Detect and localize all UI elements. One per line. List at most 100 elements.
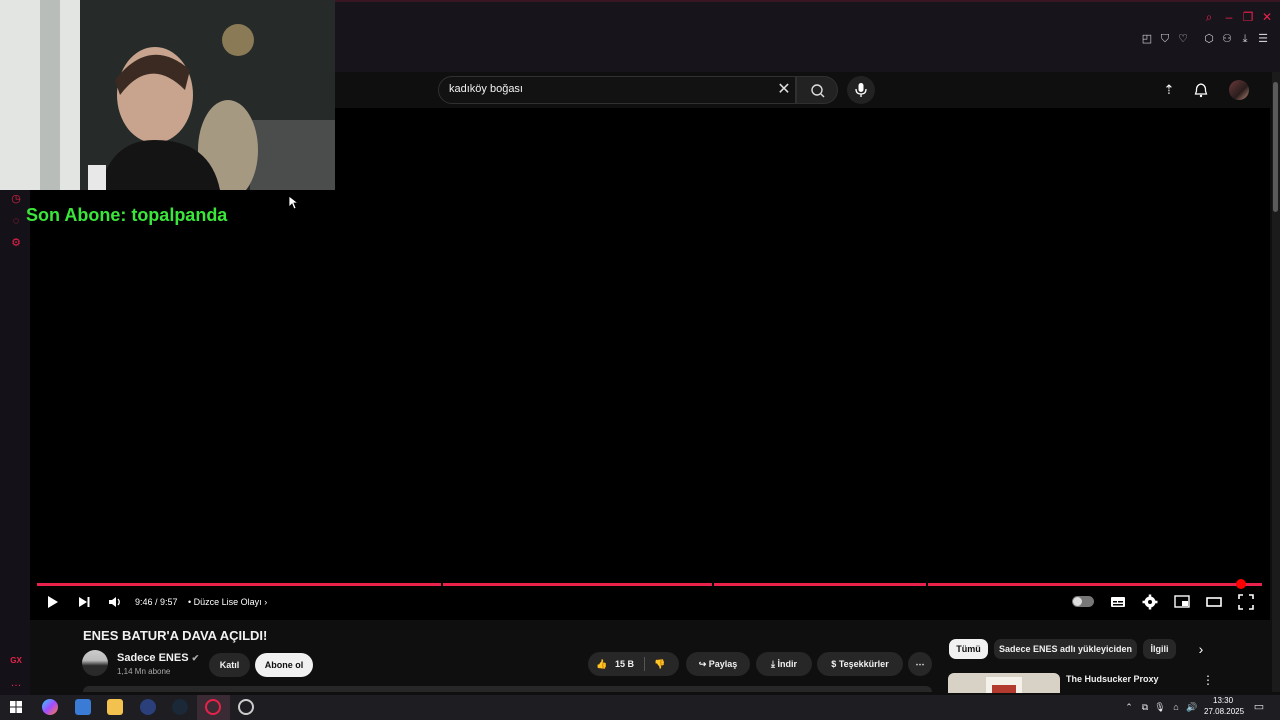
clock-time[interactable]: 13:30 (1213, 696, 1233, 705)
gx-logo-icon[interactable]: GX (9, 654, 23, 668)
play-icon (48, 596, 58, 608)
subtitles-icon (1111, 597, 1125, 607)
download-icon: ⤓ (771, 659, 775, 669)
chapter-divider (712, 583, 714, 586)
minimize-icon[interactable]: – (1222, 10, 1236, 24)
file-explorer-icon[interactable] (107, 699, 123, 715)
webcam-overlay (0, 0, 335, 190)
voice-search-button[interactable] (847, 76, 875, 104)
network-icon[interactable]: ⌂ (1170, 701, 1182, 713)
notifications-icon[interactable] (1193, 82, 1209, 98)
tray-chevron-up-icon[interactable]: ⌃ (1123, 701, 1135, 713)
clear-search-icon[interactable]: ✕ (775, 81, 793, 99)
recommendation-thumbnail[interactable] (948, 673, 1060, 693)
notifications-center-icon[interactable]: ▭ (1253, 701, 1265, 713)
microphone-icon (855, 83, 867, 97)
join-button[interactable]: Katıl (209, 653, 250, 677)
chapter-divider (926, 583, 928, 586)
share-icon: ↪ (698, 659, 707, 669)
close-icon[interactable]: ✕ (1260, 10, 1274, 24)
microphone-tray-icon[interactable]: 🎙 (1154, 701, 1166, 713)
play-button[interactable] (43, 593, 61, 611)
share-button[interactable]: ↪ Paylaş (686, 652, 750, 676)
fullscreen-icon (1238, 594, 1254, 610)
steam-icon[interactable] (172, 699, 188, 715)
recommendation-title[interactable]: The Hudsucker Proxy (1066, 674, 1159, 684)
shield-icon[interactable]: ⛉ (1158, 32, 1172, 46)
profile-icon[interactable]: ⚇ (1220, 32, 1234, 46)
progress-bar[interactable] (37, 583, 1262, 586)
verified-icon: ✔ (191, 653, 200, 663)
settings-button[interactable] (1141, 593, 1159, 611)
autoplay-toggle[interactable] (1072, 596, 1094, 607)
windows-taskbar: ⌃ ⧉ 🎙 ⌂ 🔊 13:30 27.08.2025 ▭ (0, 695, 1280, 720)
more-actions-button[interactable]: ⋯ (908, 652, 932, 676)
fullscreen-button[interactable] (1237, 593, 1255, 611)
miniplayer-button[interactable] (1173, 593, 1191, 611)
volume-icon (109, 597, 120, 607)
scrollbar-thumb[interactable] (1273, 82, 1278, 212)
channel-avatar[interactable] (82, 650, 108, 676)
snapshot-icon[interactable]: ◰ (1140, 32, 1154, 46)
search-input[interactable]: kadıköy boğası (449, 83, 769, 95)
messenger-icon[interactable]: ◌ (9, 214, 23, 228)
theater-mode-button[interactable] (1205, 593, 1223, 611)
thanks-button[interactable]: $ Teşekkürler (817, 652, 903, 676)
like-count[interactable]: 15 B (615, 652, 634, 676)
autoplay-pause-icon (1073, 597, 1082, 606)
subscribe-button[interactable]: Abone ol (255, 653, 313, 677)
downloads-icon[interactable]: ⤓ (1238, 32, 1252, 46)
webcam-feed-image (0, 0, 335, 190)
chip-from-uploader[interactable]: Sadece ENES adlı yükleyiciden (994, 639, 1137, 659)
video-title: ENES BATUR'A DAVA AÇILDI! (83, 628, 268, 643)
upload-icon[interactable]: ⇡ (1161, 82, 1177, 98)
speaker-icon[interactable]: 🔊 (1186, 701, 1198, 713)
description-box[interactable] (83, 686, 932, 692)
chip-related[interactable]: İlgili (1143, 639, 1176, 659)
download-button[interactable]: ⤓ İndir (756, 652, 812, 676)
chevron-right-icon[interactable]: › (1194, 641, 1208, 657)
last-subscriber-overlay: Son Abone: topalpanda (26, 205, 228, 225)
next-icon (79, 597, 90, 607)
mouse-cursor-icon (288, 195, 298, 210)
volume-button[interactable] (106, 593, 124, 611)
settings-gear-icon (1142, 594, 1158, 610)
subscriber-count: 1,14 Mn abone (117, 667, 171, 676)
app-clock-icon[interactable] (238, 699, 254, 715)
theater-icon (1206, 597, 1222, 607)
search-button[interactable] (796, 76, 838, 104)
more-horizontal-icon: ⋯ (915, 659, 925, 669)
clock-date[interactable]: 27.08.2025 (1204, 707, 1244, 716)
search-box[interactable]: kadıköy boğası ✕ (438, 76, 796, 104)
calculator-icon[interactable] (75, 699, 91, 715)
like-icon[interactable]: 👍 (596, 652, 607, 676)
chapter-title: • Düzce Lise Olayı (188, 597, 262, 607)
app-icon[interactable] (140, 699, 156, 715)
time-display: 9:46 / 9:57 (135, 597, 178, 607)
subtitles-button[interactable] (1109, 593, 1127, 611)
settings-icon[interactable]: ⚙ (9, 236, 23, 250)
channel-name[interactable]: Sadece ENES ✔ (117, 652, 199, 664)
restore-icon[interactable]: ❐ (1241, 10, 1255, 24)
opera-gx-icon[interactable] (205, 699, 221, 715)
windows-start-icon[interactable] (8, 699, 24, 715)
divider (644, 657, 645, 671)
account-avatar[interactable] (1229, 80, 1249, 100)
dislike-icon[interactable]: 👎 (654, 652, 665, 676)
more-vertical-icon[interactable]: ⋮ (1202, 673, 1214, 687)
search-tabs-icon[interactable]: ⌕ (1202, 10, 1216, 24)
more-icon[interactable]: … (9, 676, 23, 690)
chapter-button[interactable]: • Düzce Lise Olayı › (188, 597, 267, 607)
page-scrollbar[interactable] (1272, 72, 1280, 692)
miniplayer-icon (1174, 595, 1190, 608)
next-button[interactable] (75, 593, 93, 611)
tray-app-icon[interactable]: ⧉ (1139, 701, 1151, 713)
easy-setup-icon[interactable]: ☰ (1256, 32, 1270, 46)
history-icon[interactable]: ◷ (9, 192, 23, 206)
progress-scrubber[interactable] (1236, 579, 1246, 589)
heart-icon[interactable]: ♡ (1176, 32, 1190, 46)
like-dislike-group: 👍 15 B 👎 (588, 652, 679, 676)
chip-all[interactable]: Tümü (949, 639, 988, 659)
extensions-icon[interactable]: ⬡ (1202, 32, 1216, 46)
copilot-icon[interactable] (42, 699, 58, 715)
